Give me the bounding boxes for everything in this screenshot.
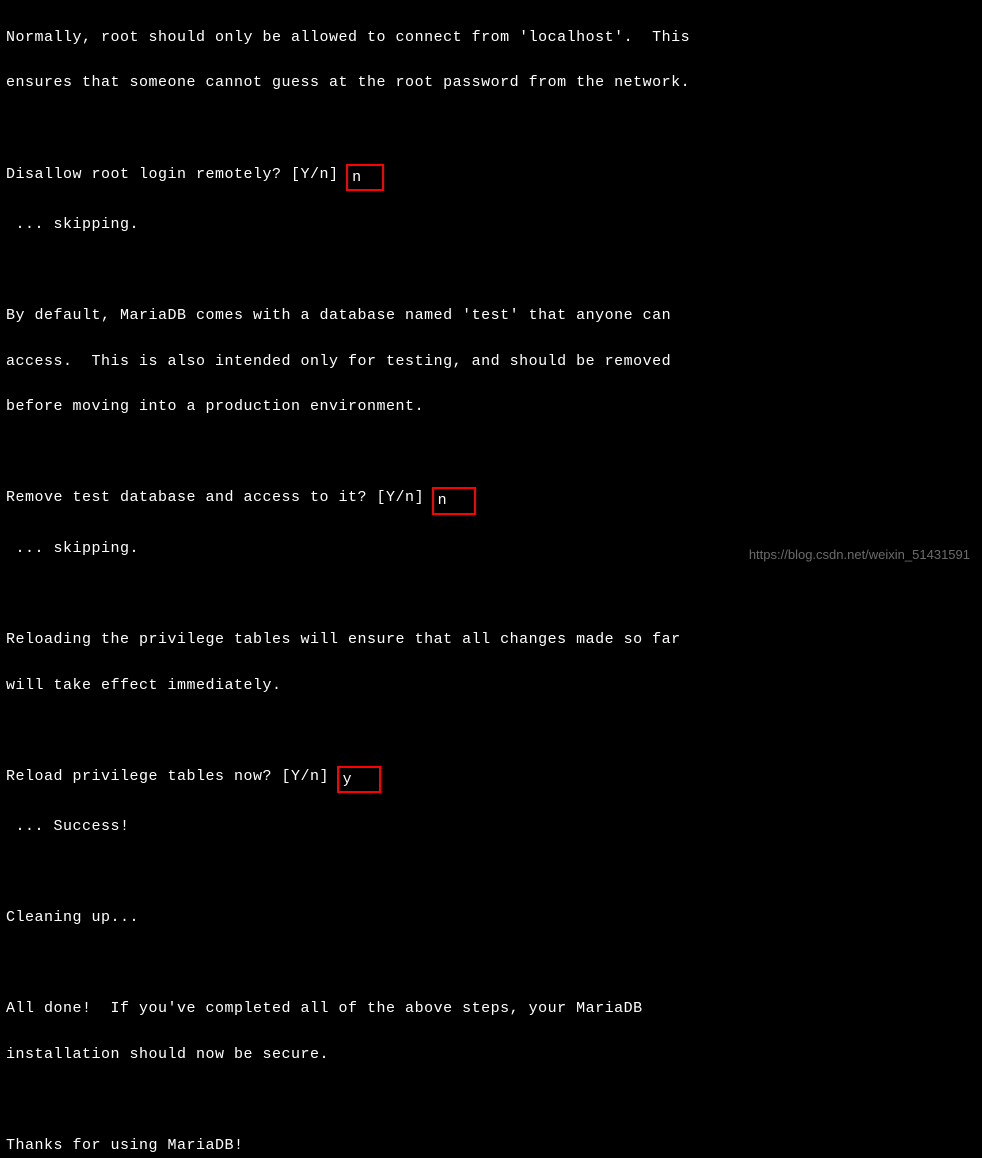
info-text: before moving into a production environm… [6, 396, 976, 419]
blank-line [6, 720, 976, 743]
prompt-question: Disallow root login remotely? [Y/n] [6, 164, 348, 187]
info-text: Thanks for using MariaDB! [6, 1135, 976, 1158]
prompt-reload-privilege: Reload privilege tables now? [Y/n] y [6, 766, 976, 794]
prompt-question: Remove test database and access to it? [… [6, 487, 434, 510]
prompt-question: Reload privilege tables now? [Y/n] [6, 766, 339, 789]
user-answer-highlight[interactable]: n [432, 487, 476, 515]
blank-line [6, 1090, 976, 1113]
info-text: By default, MariaDB comes with a databas… [6, 305, 976, 328]
terminal-output: Normally, root should only be allowed to… [6, 4, 976, 1158]
user-answer-highlight[interactable]: y [337, 766, 381, 794]
watermark-text: https://blog.csdn.net/weixin_51431591 [749, 545, 970, 565]
blank-line [6, 862, 976, 885]
info-text: installation should now be secure. [6, 1044, 976, 1067]
blank-line [6, 953, 976, 976]
info-text: Normally, root should only be allowed to… [6, 27, 976, 50]
result-text: ... skipping. [6, 214, 976, 237]
info-text: All done! If you've completed all of the… [6, 998, 976, 1021]
blank-line [6, 259, 976, 282]
blank-line [6, 583, 976, 606]
result-text: ... Success! [6, 816, 976, 839]
info-text: ensures that someone cannot guess at the… [6, 72, 976, 95]
info-text: access. This is also intended only for t… [6, 351, 976, 374]
prompt-disallow-root: Disallow root login remotely? [Y/n] n [6, 164, 976, 192]
info-text: will take effect immediately. [6, 675, 976, 698]
blank-line [6, 118, 976, 141]
info-text: Cleaning up... [6, 907, 976, 930]
user-answer-highlight[interactable]: n [346, 164, 384, 192]
blank-line [6, 442, 976, 465]
info-text: Reloading the privilege tables will ensu… [6, 629, 976, 652]
prompt-remove-test-db: Remove test database and access to it? [… [6, 487, 976, 515]
